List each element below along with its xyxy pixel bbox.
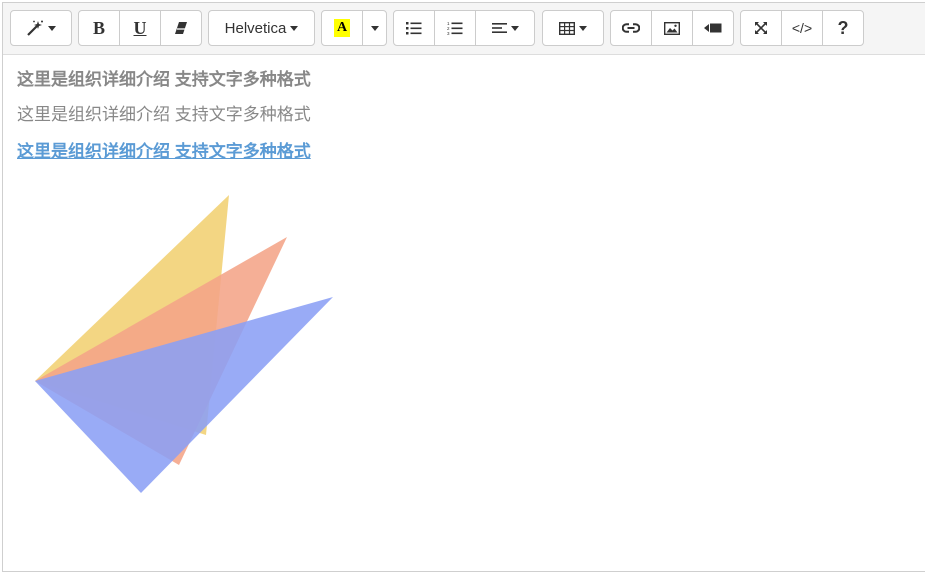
chevron-down-icon — [370, 25, 379, 31]
rich-text-editor: B U Helvetica A 1 2 3 </> ? 这里是组织详细介绍 支持… — [2, 2, 925, 572]
font-style-group: B U — [78, 10, 202, 46]
table-group — [542, 10, 604, 46]
font-name-group: Helvetica — [208, 10, 315, 46]
style-group — [10, 10, 72, 46]
eraser-icon — [175, 22, 187, 34]
magic-wand-icon — [27, 20, 43, 36]
content-line-bold: 这里是组织详细介绍 支持文字多种格式 — [17, 70, 311, 89]
content-line-link[interactable]: 这里是组织详细介绍 支持文字多种格式 — [17, 139, 311, 165]
font-family-value: Helvetica — [224, 19, 287, 37]
video-icon — [704, 23, 722, 33]
fullscreen-icon — [755, 22, 767, 34]
color-dropdown-button[interactable] — [362, 10, 387, 46]
codeview-button[interactable]: </> — [781, 10, 823, 46]
logo-image — [35, 195, 333, 493]
ordered-list-button[interactable]: 1 2 3 — [434, 10, 476, 46]
view-group: </> ? — [740, 10, 864, 46]
chevron-down-icon — [510, 25, 519, 31]
table-dropdown-button[interactable] — [542, 10, 604, 46]
help-label: ? — [837, 17, 849, 38]
ordered-list-icon: 1 2 3 — [447, 21, 463, 36]
align-left-icon — [491, 23, 507, 33]
help-button[interactable]: ? — [822, 10, 864, 46]
chevron-down-icon — [579, 25, 587, 31]
underline-button[interactable]: U — [119, 10, 161, 46]
color-group: A — [321, 10, 387, 46]
insert-video-button[interactable] — [692, 10, 734, 46]
svg-text:3: 3 — [447, 31, 450, 36]
style-dropdown-button[interactable] — [10, 10, 72, 46]
chevron-down-icon — [290, 25, 299, 31]
content-line-normal: 这里是组织详细介绍 支持文字多种格式 — [17, 105, 311, 124]
link-icon — [622, 23, 640, 33]
font-family-dropdown[interactable]: Helvetica — [208, 10, 315, 46]
insert-group — [610, 10, 734, 46]
bold-button[interactable]: B — [78, 10, 120, 46]
text-color-label: A — [334, 19, 350, 37]
chevron-down-icon — [48, 25, 56, 31]
codeview-label: </> — [791, 20, 813, 36]
editor-toolbar: B U Helvetica A 1 2 3 </> ? — [3, 3, 925, 55]
insert-picture-button[interactable] — [651, 10, 693, 46]
unordered-list-icon — [406, 22, 422, 35]
paragraph-align-dropdown[interactable] — [475, 10, 535, 46]
picture-icon — [664, 21, 680, 35]
insert-link-button[interactable] — [610, 10, 652, 46]
bold-label: B — [92, 17, 105, 38]
unordered-list-button[interactable] — [393, 10, 435, 46]
editor-content[interactable]: 这里是组织详细介绍 支持文字多种格式 这里是组织详细介绍 支持文字多种格式 这里… — [17, 67, 311, 165]
table-icon — [559, 21, 575, 35]
fullscreen-button[interactable] — [740, 10, 782, 46]
text-color-button[interactable]: A — [321, 10, 363, 46]
clear-format-button[interactable] — [160, 10, 202, 46]
paragraph-group: 1 2 3 — [393, 10, 535, 46]
underline-label: U — [133, 17, 147, 38]
